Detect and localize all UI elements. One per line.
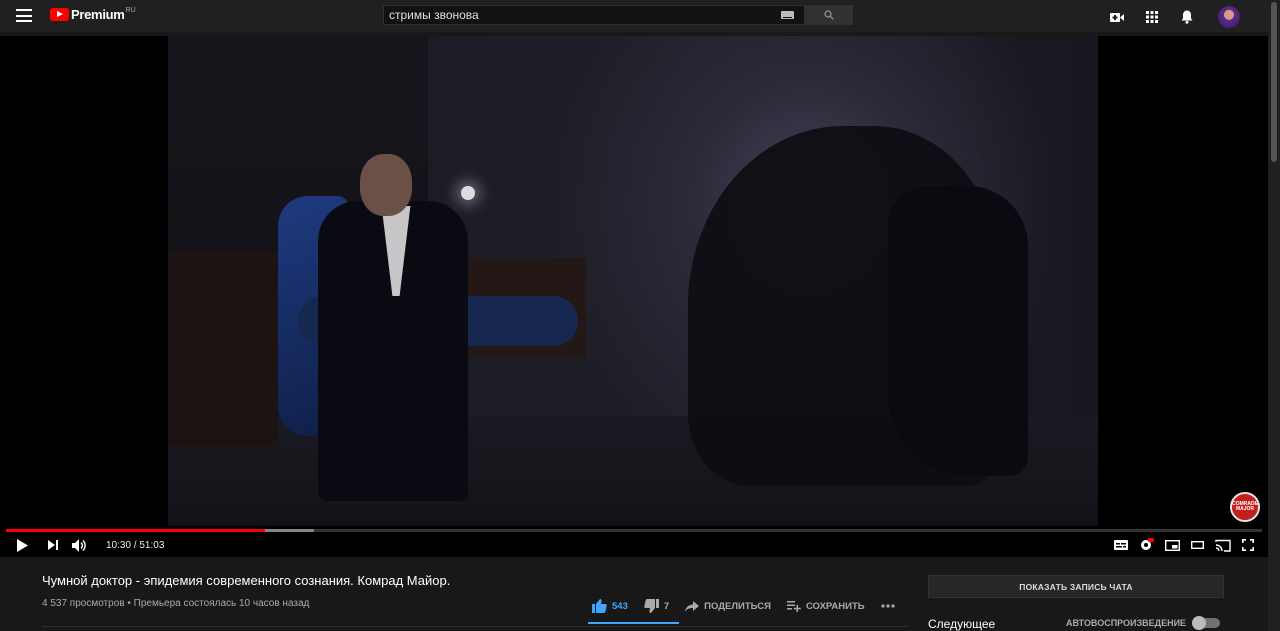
play-button[interactable] bbox=[0, 533, 44, 557]
autoplay-control: АВТОВОСПРОИЗВЕДЕНИЕ bbox=[1066, 616, 1221, 630]
search-icon bbox=[824, 10, 834, 20]
subtitles-icon bbox=[1114, 540, 1128, 550]
video-scene-man-head bbox=[360, 154, 412, 216]
scrollbar-thumb[interactable] bbox=[1271, 2, 1277, 162]
progress-bar[interactable] bbox=[6, 529, 1262, 532]
cast-button[interactable] bbox=[1215, 533, 1231, 557]
channel-watermark-logo[interactable]: COMRADE MAJOR bbox=[1230, 492, 1260, 522]
up-next-heading: Следующее bbox=[928, 617, 996, 631]
fullscreen-button[interactable] bbox=[1242, 533, 1254, 557]
notifications-bell-icon[interactable] bbox=[1177, 7, 1197, 27]
dislike-button[interactable]: 7 bbox=[644, 599, 669, 613]
like-count: 543 bbox=[612, 600, 628, 612]
autoplay-label: АВТОВОСПРОИЗВЕДЕНИЕ bbox=[1066, 618, 1187, 628]
youtube-premium-logo[interactable]: Premium RU bbox=[50, 7, 136, 22]
fullscreen-icon bbox=[1242, 539, 1254, 551]
video-scene-lamp bbox=[461, 186, 475, 200]
player-controls: 10:30 / 51:03 bbox=[0, 533, 1268, 557]
thumbs-down-icon bbox=[644, 599, 659, 613]
watermark-text: COMRADE MAJOR bbox=[1232, 501, 1258, 512]
share-icon bbox=[685, 600, 700, 612]
progress-played bbox=[6, 529, 265, 532]
apps-icon[interactable] bbox=[1142, 7, 1162, 27]
more-horizontal-icon bbox=[881, 604, 895, 608]
time-display: 10:30 / 51:03 bbox=[106, 539, 165, 551]
cast-icon bbox=[1215, 539, 1231, 552]
share-label: ПОДЕЛИТЬСЯ bbox=[704, 600, 771, 612]
search-button[interactable] bbox=[805, 5, 853, 25]
more-actions-button[interactable] bbox=[881, 604, 895, 608]
like-button[interactable]: 543 bbox=[592, 599, 628, 613]
save-label: СОХРАНИТЬ bbox=[805, 600, 865, 612]
menu-icon[interactable] bbox=[16, 9, 32, 22]
save-button[interactable]: СОХРАНИТЬ bbox=[786, 600, 865, 612]
video-scene-dark-chair bbox=[888, 186, 1028, 476]
sentiment-bar bbox=[588, 622, 679, 624]
logo-region: RU bbox=[125, 7, 136, 14]
youtube-play-icon bbox=[50, 8, 69, 21]
play-icon bbox=[16, 538, 28, 552]
divider bbox=[42, 626, 908, 627]
logo-text: Premium bbox=[71, 7, 125, 22]
create-video-icon[interactable] bbox=[1107, 7, 1127, 27]
thumbs-up-icon bbox=[592, 599, 607, 613]
next-button[interactable] bbox=[44, 533, 62, 557]
dislike-count: 7 bbox=[663, 600, 670, 612]
volume-button[interactable] bbox=[62, 533, 96, 557]
playlist-add-icon bbox=[786, 600, 801, 612]
keyboard-icon[interactable] bbox=[781, 11, 794, 19]
video-player[interactable]: COMRADE MAJOR 10:30 / 51:03 bbox=[0, 36, 1268, 557]
gear-icon bbox=[1141, 538, 1154, 550]
player-right-controls bbox=[1114, 533, 1254, 557]
miniplayer-button[interactable] bbox=[1165, 533, 1180, 557]
miniplayer-icon bbox=[1165, 539, 1180, 551]
video-title: Чумной доктор - эпидемия современного со… bbox=[42, 573, 451, 588]
subtitles-button[interactable] bbox=[1114, 533, 1128, 557]
volume-icon bbox=[71, 538, 86, 552]
skip-next-icon bbox=[48, 540, 58, 550]
video-actions: 543 7 ПОДЕЛИТЬСЯ СОХРАНИТЬ bbox=[592, 596, 911, 616]
settings-button[interactable] bbox=[1139, 533, 1154, 557]
share-button[interactable]: ПОДЕЛИТЬСЯ bbox=[685, 600, 771, 612]
search-input[interactable] bbox=[384, 8, 764, 22]
top-bar: Premium RU bbox=[0, 0, 1268, 32]
autoplay-toggle[interactable] bbox=[1192, 616, 1221, 630]
avatar[interactable] bbox=[1218, 6, 1240, 28]
theater-mode-button[interactable] bbox=[1191, 533, 1204, 557]
search-box bbox=[383, 5, 805, 25]
video-frame[interactable] bbox=[168, 36, 1098, 526]
show-chat-replay-button[interactable]: ПОКАЗАТЬ ЗАПИСЬ ЧАТА bbox=[928, 575, 1224, 598]
page-scrollbar[interactable] bbox=[1268, 0, 1280, 631]
video-meta: 4 537 просмотров • Премьера состоялась 1… bbox=[42, 598, 310, 609]
video-scene-desk bbox=[168, 251, 278, 446]
header-actions bbox=[1107, 6, 1240, 28]
theater-icon bbox=[1191, 541, 1204, 549]
